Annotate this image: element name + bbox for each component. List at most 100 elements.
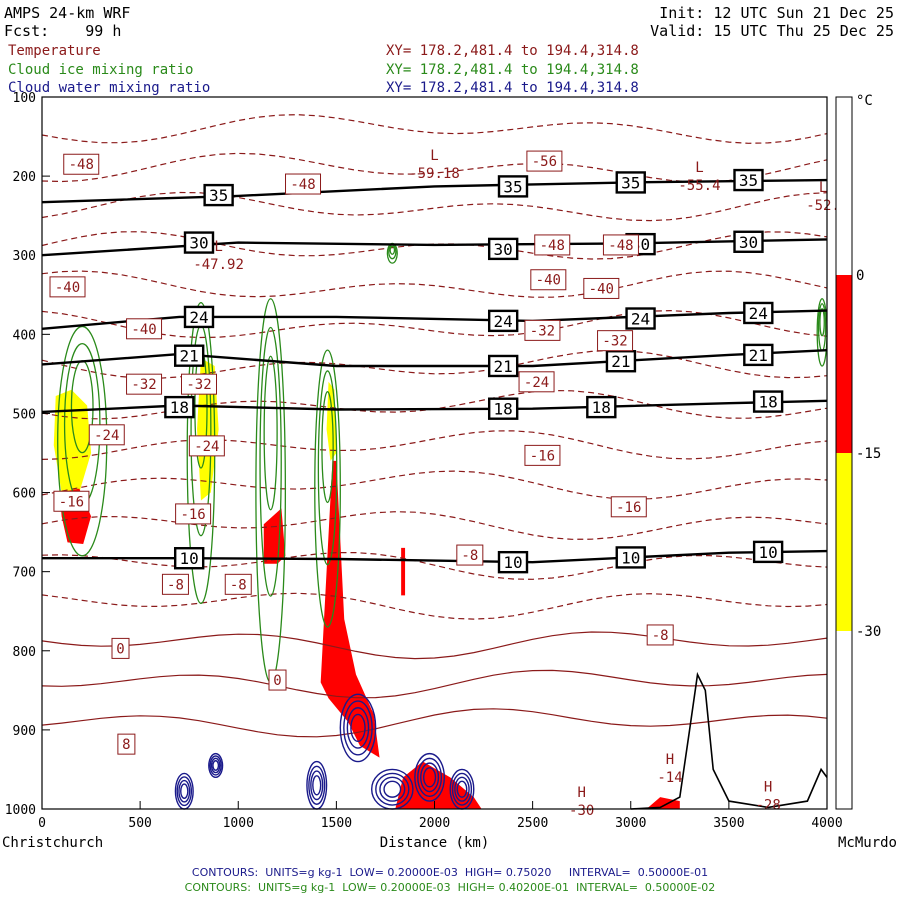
temperature-label-19: -16 [180,507,205,523]
isotach-label-24-1: 24 [494,312,513,331]
x-right-station-label: McMurdo [838,835,897,851]
extremum-value-2: -52. [806,198,840,214]
x-tick-label-1: 500 [128,816,151,831]
temperature-label-14: -24 [94,428,119,444]
extremum-marker-0: L [430,148,438,164]
isotach-label-35-1: 35 [503,177,522,196]
extremum-marker-4: H [666,752,674,768]
isotach-label-21-1: 21 [494,357,513,376]
isotach-label-21-0: 21 [180,347,199,366]
temperature-label-26: 8 [122,737,130,753]
isotach-label-10-3: 10 [758,543,777,562]
colorbar: 0 -15 -30 °C [835,93,881,810]
isotach-label-18-1: 18 [494,400,513,419]
extremum-marker-2: L [819,180,827,196]
isotach-label-30-0: 30 [189,234,208,253]
x-tick-label-2: 1000 [223,816,254,831]
temperature-label-6: -40 [131,322,156,338]
extremum-marker-3: L [214,239,222,255]
x-tick-label-4: 2000 [419,816,450,831]
isotach-label-10-1: 10 [503,553,522,572]
colorbar-band-0 [836,453,852,631]
isotach-label-35-3: 35 [739,171,758,190]
temperature-label-25: 0 [273,673,281,689]
isotach-label-10-0: 10 [180,549,199,568]
footer-cloud-ice-contours: CONTOURS: UNITS=g kg-1 LOW= 0.20000E-03 … [184,881,716,894]
temperature-label-3: -48 [540,238,565,254]
x-left-station-label: Christchurch [2,835,103,851]
temperature-label-4: -48 [608,238,633,254]
x-tick-label-0: 0 [38,816,46,831]
x-tick-label-7: 3500 [713,816,744,831]
temperature-label-9: -32 [530,323,555,339]
y-tick-label-5: 600 [13,487,36,502]
y-tick-label-6: 700 [13,566,36,581]
x-tick-label-6: 3000 [615,816,646,831]
temperature-label-16: -16 [530,448,555,464]
temperature-label-1: -48 [290,177,315,193]
temperature-label-7: -40 [536,273,561,289]
colorbar-band-1 [836,275,852,453]
isotach-label-21-2: 21 [611,352,630,371]
isotach-label-35-0: 35 [209,186,228,205]
x-axis-title: Distance (km) [380,835,490,851]
isotach-label-24-0: 24 [189,308,208,327]
isotach-label-18-3: 18 [758,393,777,412]
extremum-value-3: -47.92 [193,257,244,273]
temperature-label-10: -32 [602,334,627,350]
colorbar-unit: °C [856,93,873,109]
y-tick-label-3: 400 [13,328,36,343]
temperature-label-21: -8 [652,628,669,644]
extremum-value-1: -55.4 [678,178,720,194]
temperature-label-2: -56 [532,154,557,170]
y-tick-label-0: 100 [13,91,36,106]
extremum-value-5: -30 [569,803,594,819]
isotach-label-21-3: 21 [749,346,768,365]
cross-section-chart: 35 35 35 3530 30 30 3024 24 24 242121 21 2118 18 18 18… [2,91,897,851]
temperature-label-18: -16 [59,494,84,510]
temperature-label-0: -48 [69,157,94,173]
temperature-label-15: -24 [194,439,219,455]
temperature-label-23: -8 [230,577,247,593]
footer-line-1: CONTOURS: UNITS=g kg-1 LOW= 0.20000E-03 … [0,866,900,879]
extremum-value-6: -28 [755,798,780,814]
isotach-label-30-3: 30 [739,233,758,252]
temperature-label-11: -32 [131,377,156,393]
y-tick-label-4: 500 [13,407,36,422]
temperature-label-5: -40 [55,280,80,296]
extremum-value-0: -59.18 [409,166,460,182]
y-tick-label-1: 200 [13,170,36,185]
x-tick-label-5: 2500 [517,816,548,831]
temperature-label-24: 0 [116,641,124,657]
isotach-label-24-2: 24 [631,310,650,329]
isotach-label-18-2: 18 [592,398,611,417]
temperature-label-8: -40 [589,281,614,297]
y-tick-label-8: 900 [13,724,36,739]
shading-region-8 [401,547,406,596]
extremum-marker-5: H [577,785,585,801]
temperature-label-22: -8 [167,577,184,593]
footer-cloud-water-contours: CONTOURS: UNITS=g kg-1 LOW= 0.20000E-03 … [191,866,709,879]
x-tick-label-8: 4000 [811,816,842,831]
isotach-label-24-3: 24 [749,304,768,323]
extremum-value-4: -14 [657,770,682,786]
isotach-label-10-2: 10 [621,548,640,567]
extremum-marker-6: H [764,780,772,796]
isotach-label-30-1: 30 [494,240,513,259]
colorbar-tick-label-0: 0 [856,268,864,284]
y-tick-label-2: 300 [13,249,36,264]
isotach-label-35-2: 35 [621,173,640,192]
temperature-label-20: -8 [461,548,478,564]
extremum-marker-1: L [695,160,703,176]
temperature-label-17: -16 [616,500,641,516]
footer-line-2: CONTOURS: UNITS=g kg-1 LOW= 0.20000E-03 … [0,881,900,894]
colorbar-tick-label-1: -15 [856,446,881,462]
plot-area [42,97,827,809]
y-tick-label-7: 800 [13,645,36,660]
colorbar-tick-label-2: -30 [856,624,881,640]
temperature-label-12: -32 [186,377,211,393]
isotach-label-18-0: 18 [170,398,189,417]
y-tick-label-9: 1000 [5,803,36,818]
temperature-label-13: -24 [524,375,549,391]
x-tick-label-3: 1500 [321,816,352,831]
